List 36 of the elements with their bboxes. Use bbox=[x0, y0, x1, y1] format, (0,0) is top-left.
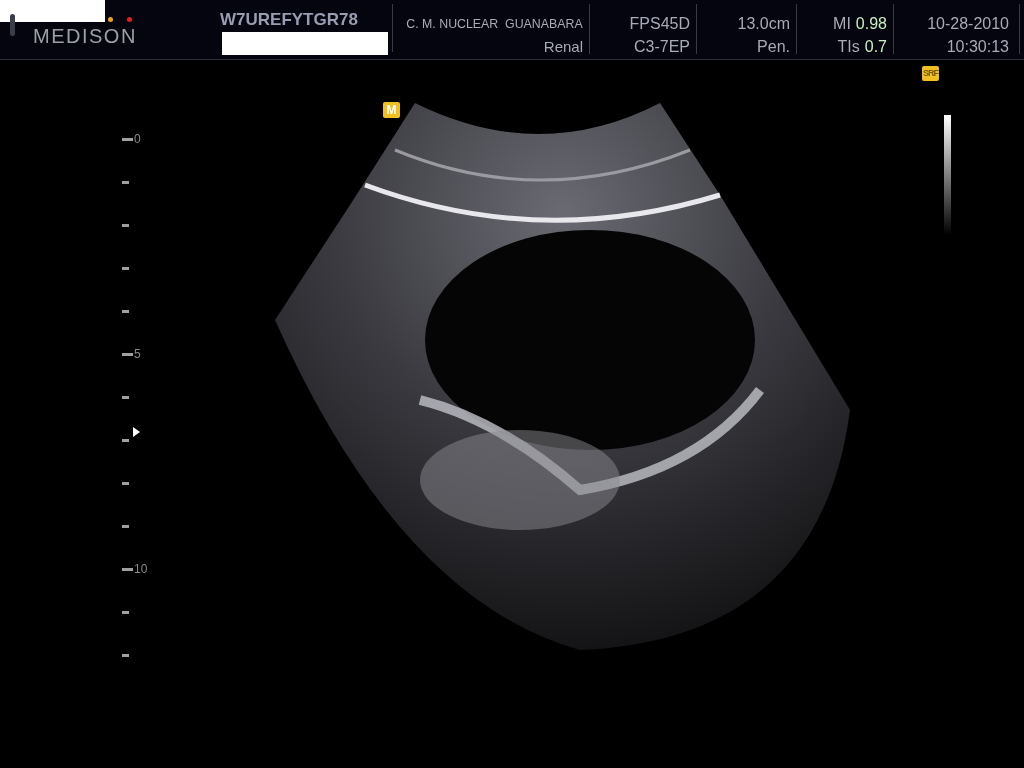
patient-id: W7UREFYTGR78 bbox=[220, 10, 358, 29]
depth-tick bbox=[122, 224, 129, 227]
focus-marker-icon bbox=[133, 427, 140, 437]
mi-value: 0.98 bbox=[855, 14, 887, 34]
tis-label: TIs bbox=[837, 37, 860, 57]
status-dot bbox=[108, 17, 113, 22]
marker-badge: M bbox=[383, 102, 400, 118]
probe-name: C3-7EP bbox=[633, 37, 690, 57]
status-dot bbox=[127, 17, 132, 22]
mi-label: MI bbox=[833, 14, 851, 34]
depth-tick bbox=[122, 310, 129, 313]
depth-label: 5 bbox=[134, 348, 141, 360]
depth-tick bbox=[122, 138, 133, 141]
depth-tick bbox=[122, 181, 129, 184]
depth-value: 13.0cm bbox=[737, 14, 790, 34]
depth-tick bbox=[122, 611, 129, 614]
depth-label: 0 bbox=[134, 133, 141, 145]
preset: FPS45D bbox=[629, 14, 690, 34]
depth-tick bbox=[122, 353, 133, 356]
depth-tick bbox=[122, 525, 129, 528]
srf-badge: SRF bbox=[922, 66, 939, 81]
depth-label: 10 bbox=[134, 563, 148, 575]
probe-indicator bbox=[10, 14, 15, 36]
exam-type: Renal bbox=[543, 37, 583, 57]
logo: MEDISON bbox=[33, 25, 137, 48]
tis-value: 0.7 bbox=[864, 37, 887, 57]
depth-tick bbox=[122, 654, 129, 657]
time: 10:30:13 bbox=[946, 37, 1009, 57]
depth-tick bbox=[122, 568, 133, 571]
depth-tick bbox=[122, 439, 129, 442]
imaging-mode: Pen. bbox=[757, 37, 790, 57]
date: 10-28-2010 bbox=[927, 14, 1009, 34]
depth-tick bbox=[122, 396, 129, 399]
depth-tick bbox=[122, 482, 129, 485]
depth-tick bbox=[122, 267, 129, 270]
institution: C. M. NUCLEAR GUANABARA bbox=[406, 15, 583, 33]
